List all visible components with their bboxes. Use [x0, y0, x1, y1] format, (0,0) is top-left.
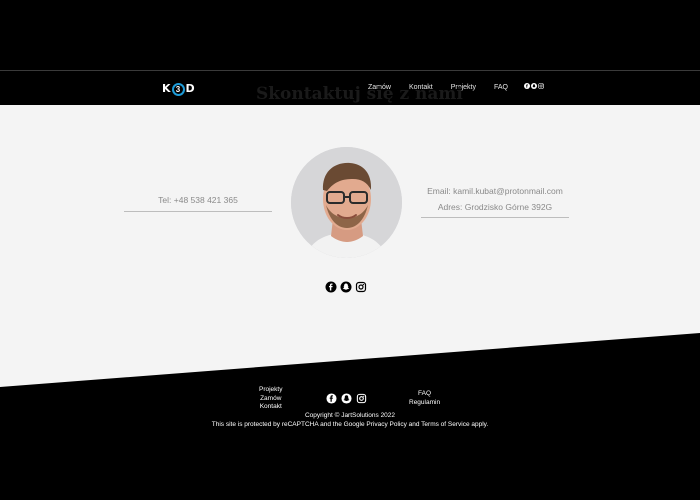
footer-right-links: FAQ Regulamin [409, 390, 440, 407]
footer: Projekty Zamów Kontakt FAQ Regulamin Cop… [0, 380, 700, 500]
logo-badge-digit: 3 [175, 84, 181, 94]
snapchat-icon[interactable] [340, 281, 352, 293]
phone-block: Tel: +48 538 421 365 [124, 194, 272, 212]
footer-link-zamow[interactable]: Zamów [259, 395, 282, 404]
phone-text[interactable]: Tel: +48 538 421 365 [124, 194, 272, 206]
logo-letter-k: K [162, 82, 171, 95]
contact-section: Tel: +48 538 421 365 Email: kamil.kubat@… [0, 105, 700, 387]
facebook-icon[interactable] [524, 83, 530, 89]
footer-link-regulamin[interactable]: Regulamin [409, 399, 440, 408]
instagram-icon[interactable] [356, 393, 367, 404]
address-text: Adres: Grodzisko Górne 392G [437, 202, 553, 212]
facebook-icon[interactable] [325, 281, 337, 293]
logo-letter-d: D [185, 82, 195, 95]
footer-left-links: Projekty Zamów Kontakt [259, 386, 282, 412]
instagram-icon[interactable] [538, 83, 544, 89]
facebook-icon[interactable] [326, 393, 337, 404]
copyright-text: Copyright © JartSolutions 2022 [304, 412, 396, 419]
avatar [291, 147, 402, 258]
logo-badge: 3 [171, 82, 185, 96]
top-band [0, 0, 700, 70]
contact-social-icons [325, 281, 367, 293]
snapchat-icon[interactable] [341, 393, 352, 404]
logo[interactable]: K 3 D [162, 81, 195, 97]
portrait-illustration [291, 147, 402, 258]
nav-link-faq[interactable]: FAQ [494, 83, 508, 93]
email-block: Email: kamil.kubat@protonmail.com Adres:… [421, 185, 569, 218]
recaptcha-notice: This site is protected by reCAPTCHA and … [211, 421, 489, 428]
email-text[interactable]: Email: kamil.kubat@protonmail.com [421, 185, 569, 197]
footer-social-icons [326, 393, 367, 404]
footer-link-faq[interactable]: FAQ [409, 390, 440, 399]
snapchat-icon[interactable] [531, 83, 537, 89]
footer-link-projekty[interactable]: Projekty [259, 386, 282, 395]
email-divider [421, 217, 569, 218]
page-title: Skontaktuj się z nami [256, 84, 463, 104]
instagram-icon[interactable] [355, 281, 367, 293]
nav-social-icons [524, 83, 544, 89]
phone-divider [124, 211, 272, 212]
